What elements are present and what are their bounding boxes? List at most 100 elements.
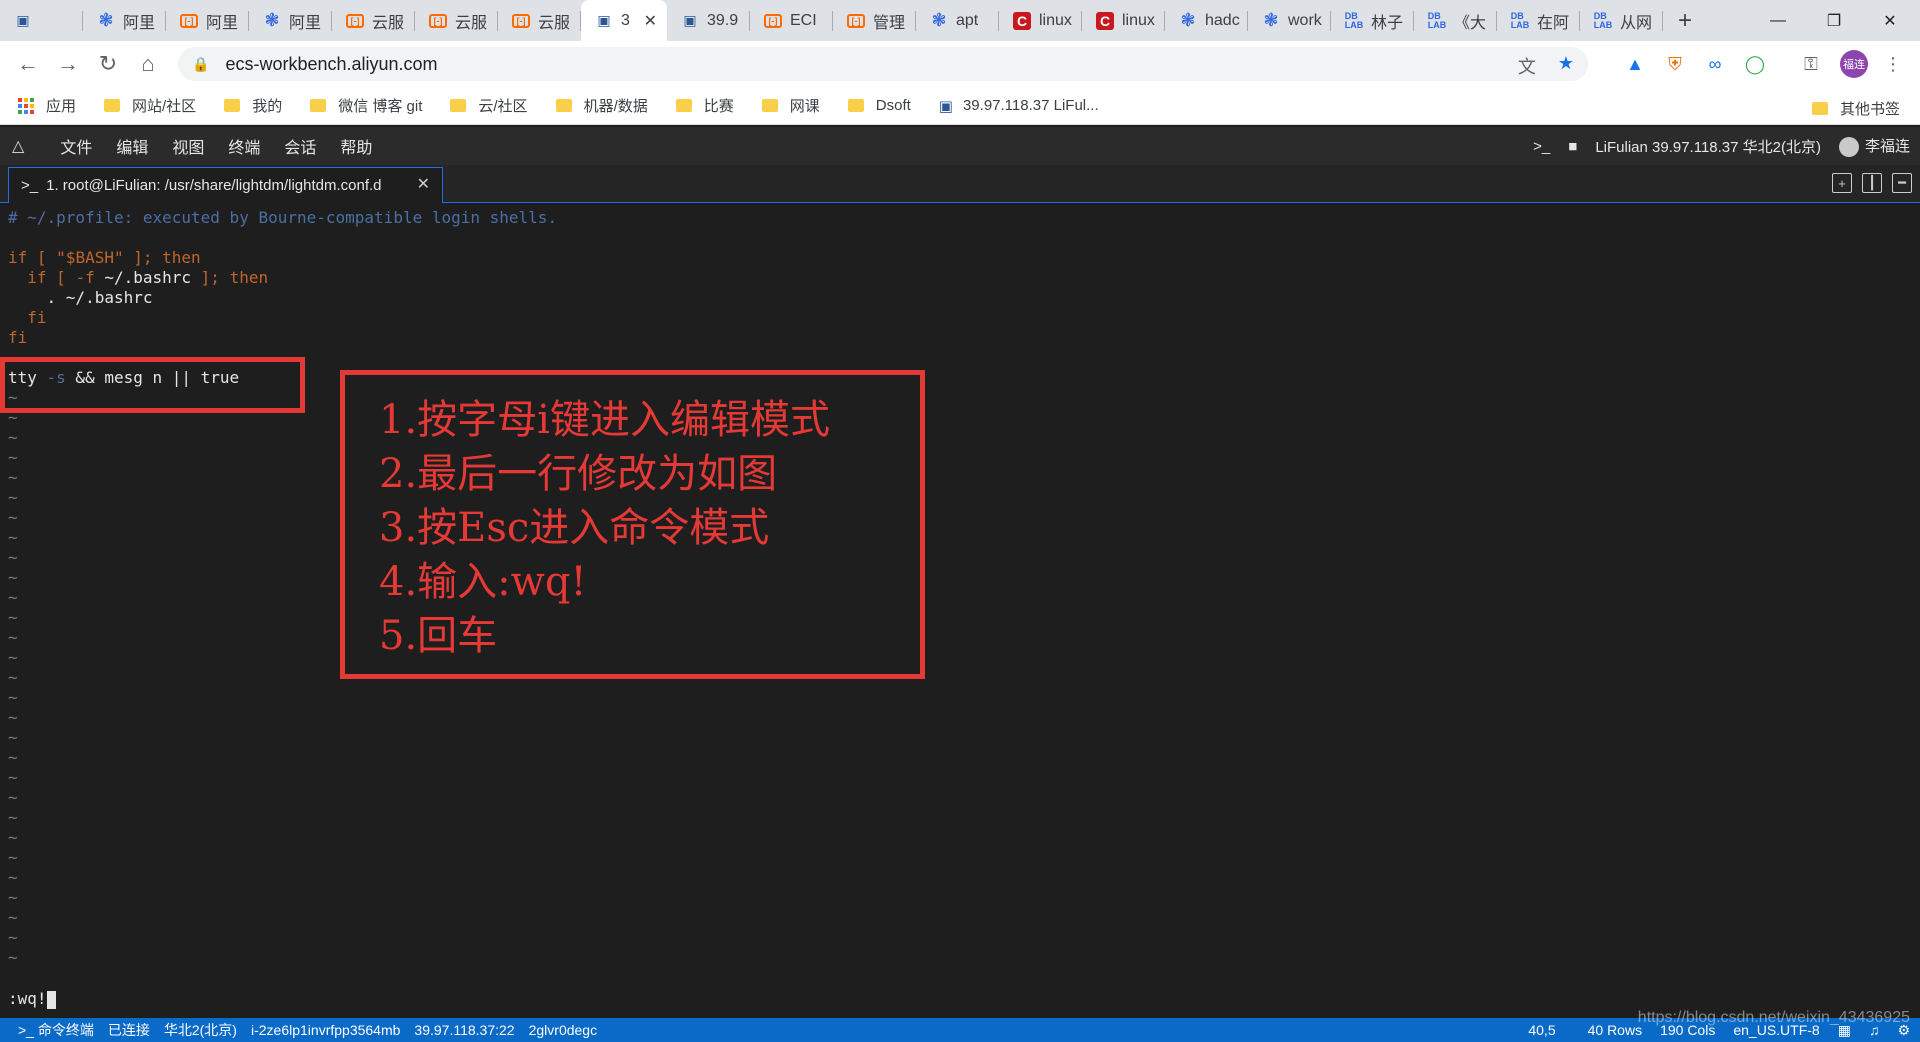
browser-tab[interactable]: [-] 阿里 [166, 0, 249, 41]
vim-empty-line: ~ [8, 548, 18, 567]
browser-tab[interactable]: ❃ work [1248, 0, 1331, 41]
vim-empty-line: ~ [8, 608, 18, 627]
vim-empty-line: ~ [8, 448, 18, 467]
terminal-screen[interactable]: # ~/.profile: executed by Bourne-compati… [0, 204, 1920, 1018]
browser-tab[interactable]: [-] 云服 [332, 0, 415, 41]
workbench-menubar: △ 文件 编辑 视图 终端 会话 帮助 >_ ■ LiFulian 39.97.118.3… [0, 127, 1920, 165]
close-tab-icon[interactable]: ✕ [417, 174, 430, 194]
folder-icon [104, 99, 121, 112]
close-tab-icon[interactable]: ✕ [644, 11, 657, 31]
browser-tab[interactable]: ❃ 阿里 [249, 0, 332, 41]
bookmark-item[interactable]: 机器/数据 [555, 95, 648, 116]
aliyun-icon: [-] [764, 13, 782, 28]
tab-title: 云服 [455, 14, 488, 32]
text-cursor [46, 990, 56, 1009]
browser-tab[interactable]: [-] 云服 [498, 0, 581, 41]
annotation-step: 1.按字母i键进入编辑模式 [379, 397, 830, 443]
translate-icon[interactable]: 文 [1518, 53, 1536, 79]
vim-empty-line: ~ [8, 648, 18, 667]
new-tab-button[interactable]: + [1663, 0, 1707, 41]
browser-tab[interactable]: ❃ hadc [1165, 0, 1248, 41]
tab-title: 云服 [538, 14, 571, 32]
browser-tab[interactable]: [-] 云服 [415, 0, 498, 41]
folder-icon [675, 99, 692, 112]
browser-tab[interactable]: DB LAB 《大 [1414, 0, 1497, 41]
db-lab-icon: DB LAB [1344, 10, 1364, 30]
extension-link-icon[interactable]: ∞ [1700, 49, 1730, 79]
browser-tab[interactable]: ❃ 阿里 [83, 0, 166, 41]
bookmark-star-icon[interactable]: ★ [1558, 53, 1574, 79]
region-label: 华北2(北京) [163, 1022, 237, 1038]
browser-tab[interactable]: [-] 管理 [833, 0, 916, 41]
new-terminal-icon[interactable]: + [1832, 173, 1852, 193]
restore-icon[interactable]: ❐ [1806, 0, 1862, 41]
browser-tab[interactable]: ▣ 3 ✕ [581, 0, 667, 41]
apps-grid-icon [18, 97, 34, 114]
back-icon[interactable]: ← [10, 46, 46, 82]
terminal-line: . ~/.bashrc [8, 288, 153, 307]
menu-item[interactable]: 帮助 [340, 134, 372, 158]
split-vertical-icon[interactable]: ┃ [1862, 173, 1882, 193]
user-menu[interactable]: 李福连 [1838, 135, 1910, 158]
url-text: ecs-workbench.aliyun.com [225, 53, 438, 74]
reload-icon[interactable]: ↻ [90, 46, 126, 82]
session-id: 2glvr0degc [528, 1022, 598, 1038]
aliyun-icon: [-] [847, 13, 865, 28]
browser-tab[interactable]: DB LAB 林子 [1331, 0, 1414, 41]
connection-status: 已连接 [107, 1022, 150, 1038]
browser-tab[interactable]: DB LAB 从网 [1580, 0, 1663, 41]
db-lab-icon: DB LAB [1510, 10, 1530, 30]
annotation-step: 5.回车 [379, 613, 498, 659]
bookmark-item[interactable]: Dsoft [847, 97, 911, 114]
profile-avatar[interactable]: 福连 [1840, 50, 1868, 78]
bookmark-item[interactable]: 网站/社区 [104, 95, 196, 116]
bookmark-item[interactable]: 应用 [18, 95, 76, 116]
bookmark-item[interactable]: 云/社区 [450, 95, 528, 116]
menu-item[interactable]: 文件 [60, 134, 92, 158]
remote-pc-icon: ▣ [683, 12, 697, 28]
bookmark-item[interactable]: 我的 [224, 95, 282, 116]
browser-tab[interactable]: ▣ 39.9 [667, 0, 750, 41]
folder-icon [224, 99, 241, 112]
browser-tab[interactable]: ❃ apt [916, 0, 999, 41]
vim-empty-line: ~ [8, 688, 18, 707]
extension-cap-icon[interactable]: ▲ [1620, 49, 1650, 79]
menu-dots-icon[interactable]: ⋮ [1878, 49, 1908, 79]
forward-icon[interactable]: → [50, 46, 86, 82]
split-horizontal-icon[interactable]: ━ [1892, 173, 1912, 193]
folder-icon[interactable]: ■ [1568, 138, 1577, 155]
watermark: https://blog.csdn.net/weixin_43436925 [1637, 1009, 1910, 1026]
bookmark-label: 我的 [252, 98, 283, 115]
bookmark-item[interactable]: 网课 [761, 95, 820, 116]
extension-circle-icon[interactable]: ◯ [1740, 49, 1770, 79]
bookmark-item[interactable]: 比赛 [675, 95, 734, 116]
bookmark-item[interactable]: 微信 博客 git [310, 95, 422, 116]
bookmark-label: 39.97.118.37 LiFul... [962, 97, 1099, 114]
terminal-prompt-icon[interactable]: >_ [1533, 138, 1550, 155]
vim-empty-line: ~ [8, 588, 18, 607]
menu-item[interactable]: 视图 [172, 134, 204, 158]
menu-item[interactable]: 编辑 [116, 134, 148, 158]
instance-id: i-2ze6lp1invrfpp3564mb [250, 1022, 401, 1038]
vim-empty-line: ~ [8, 708, 18, 727]
annotation-step: 2.最后一行修改为如图 [379, 451, 778, 497]
terminal-tab[interactable]: >_ 1. root@LiFulian: /usr/share/lightdm/… [8, 167, 443, 203]
extension-shield-icon[interactable]: ⛨ [1660, 49, 1690, 79]
menu-item[interactable]: 终端 [228, 134, 260, 158]
other-bookmarks[interactable]: 其他书签 [1811, 98, 1900, 119]
baidu-paw-icon: ❃ [264, 10, 280, 30]
browser-tab[interactable]: ▣ [0, 0, 83, 41]
bookmark-item[interactable]: ▣ 39.97.118.37 LiFul... [939, 97, 1099, 115]
linux-tux-icon: △ [12, 138, 25, 155]
key-icon[interactable]: ⚿ [1796, 49, 1826, 79]
home-icon[interactable]: ⌂ [130, 46, 166, 82]
menu-item[interactable]: 会话 [284, 134, 316, 158]
address-bar[interactable]: 🔒 ecs-workbench.aliyun.com 文 ★ [178, 47, 1588, 81]
close-window-icon[interactable]: ✕ [1862, 0, 1918, 41]
minimize-icon[interactable]: — [1750, 0, 1806, 41]
browser-tab[interactable]: DB LAB 在阿 [1497, 0, 1580, 41]
browser-tab[interactable]: Clinux [1082, 0, 1165, 41]
browser-tab[interactable]: [-] ECI [750, 0, 833, 41]
vim-empty-line: ~ [8, 528, 18, 547]
browser-tab[interactable]: Clinux [999, 0, 1082, 41]
